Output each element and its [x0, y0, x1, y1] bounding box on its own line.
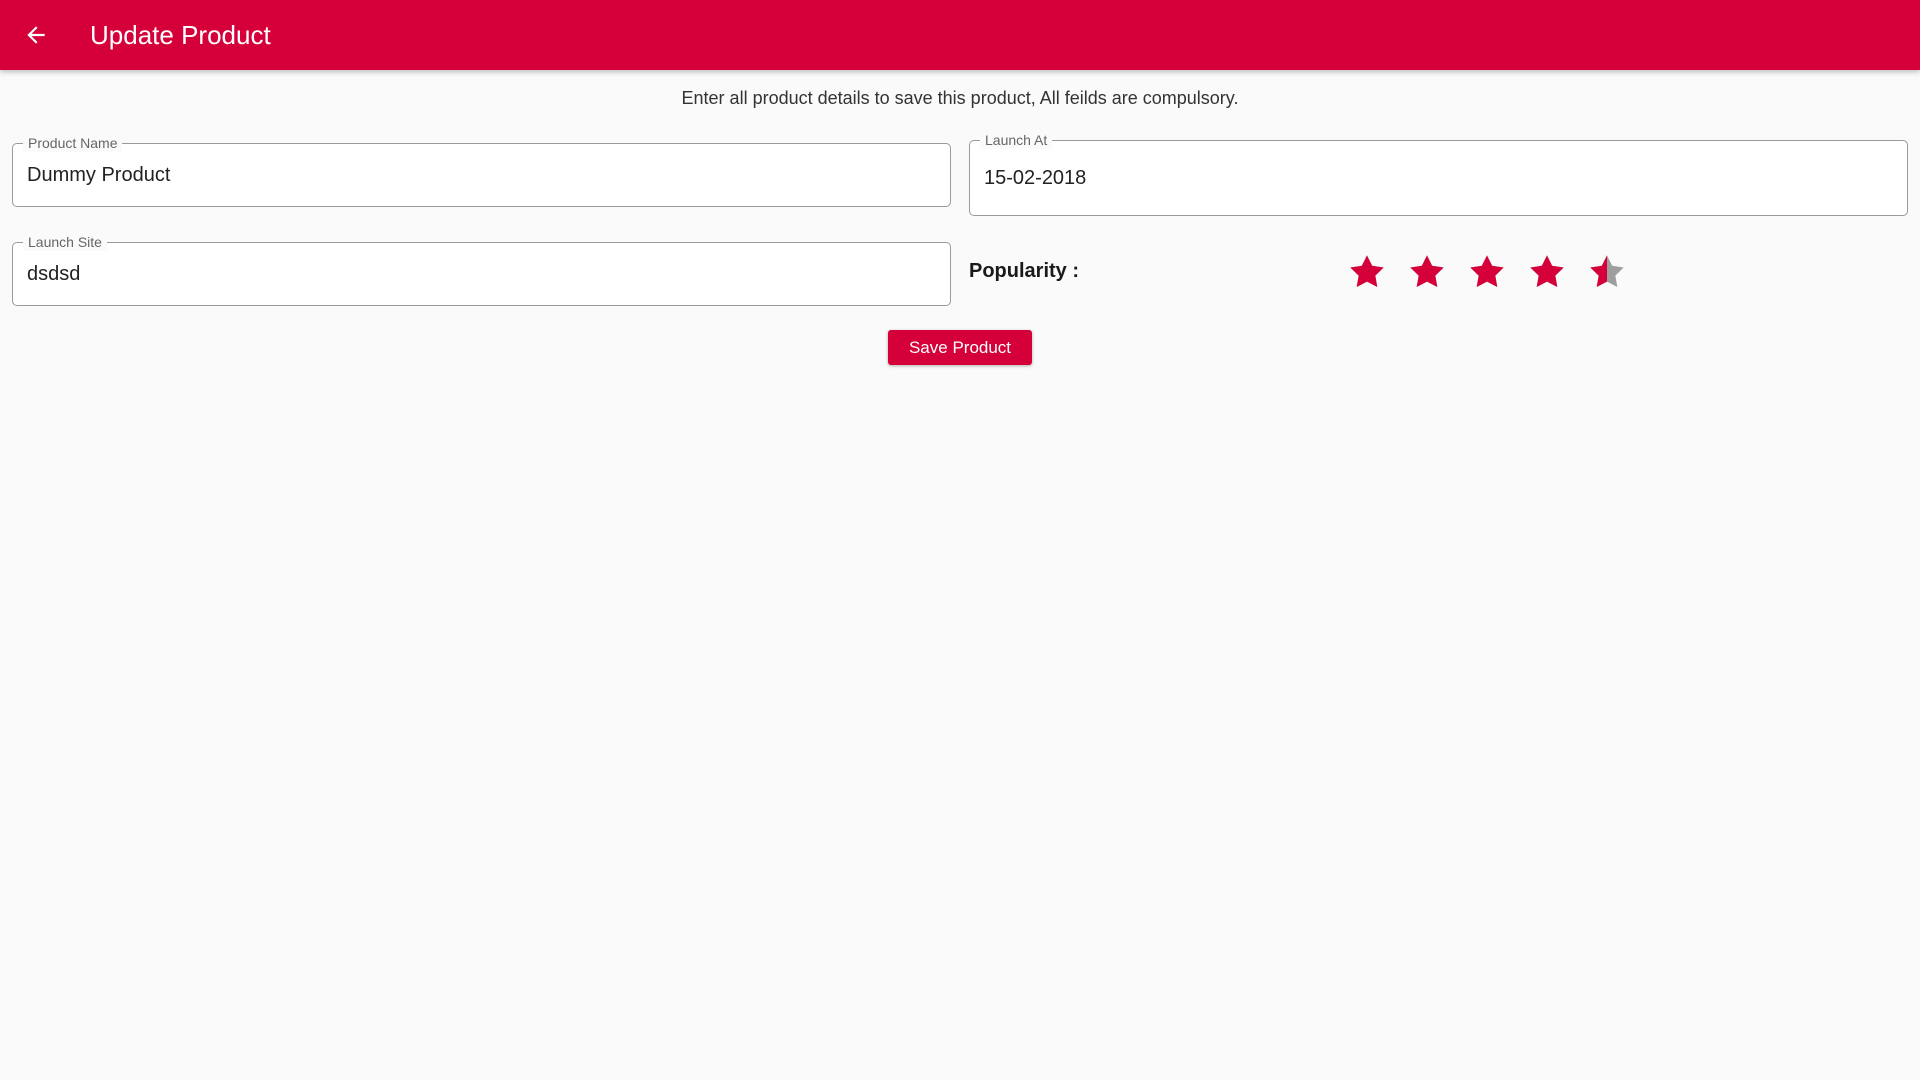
page-title: Update Product — [90, 20, 271, 50]
product-name-field: Product Name — [12, 134, 951, 207]
launch-at-field: Launch At — [969, 131, 1908, 216]
star-icon[interactable] — [1587, 251, 1627, 293]
app-bar: Update Product — [0, 0, 1920, 70]
launch-at-input[interactable] — [984, 141, 1893, 215]
save-product-button[interactable]: Save Product — [888, 330, 1032, 365]
star-icon[interactable] — [1407, 251, 1447, 293]
launch-site-input[interactable] — [27, 243, 936, 305]
popularity-label: Popularity : — [969, 260, 1080, 282]
back-button[interactable] — [18, 17, 54, 53]
form-instructions: Enter all product details to save this p… — [681, 88, 1239, 108]
product-name-input[interactable] — [27, 144, 936, 206]
star-icon[interactable] — [1467, 251, 1507, 293]
launch-site-field: Launch Site — [12, 233, 951, 306]
popularity-rating[interactable] — [1347, 251, 1627, 293]
star-icon[interactable] — [1347, 251, 1387, 293]
star-icon[interactable] — [1527, 251, 1567, 293]
arrow-back-icon — [27, 26, 45, 44]
